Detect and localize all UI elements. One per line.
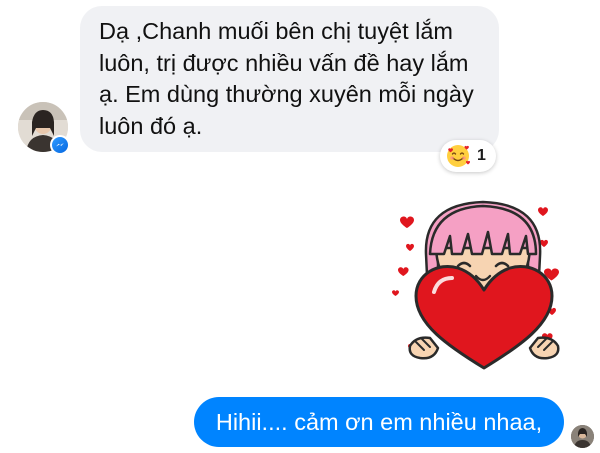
incoming-message-bubble[interactable]: Dạ ,Chanh muối bên chị tuyệt lắm luôn, t… [80,6,499,152]
outgoing-message-text: Hihii.... cảm ơn em nhiều nhaa, [215,408,543,435]
girl-holding-heart-sticker-icon [392,200,560,370]
message-reaction[interactable]: 1 [440,140,496,172]
sticker-message[interactable] [388,196,580,376]
smiling-face-with-hearts-icon [447,145,470,167]
messenger-icon [52,137,68,153]
conversation-thread: Dạ ,Chanh muối bên chị tuyệt lắm luôn, t… [0,0,600,453]
outgoing-message-bubble[interactable]: Hihii.... cảm ơn em nhiều nhaa, [194,397,564,447]
recipient-avatar-photo [571,425,594,448]
messenger-badge [50,135,70,155]
reaction-count: 1 [477,147,486,164]
incoming-message-text: Dạ ,Chanh muối bên chị tuyệt lắm luôn, t… [99,18,474,139]
recipient-avatar[interactable] [571,425,594,448]
